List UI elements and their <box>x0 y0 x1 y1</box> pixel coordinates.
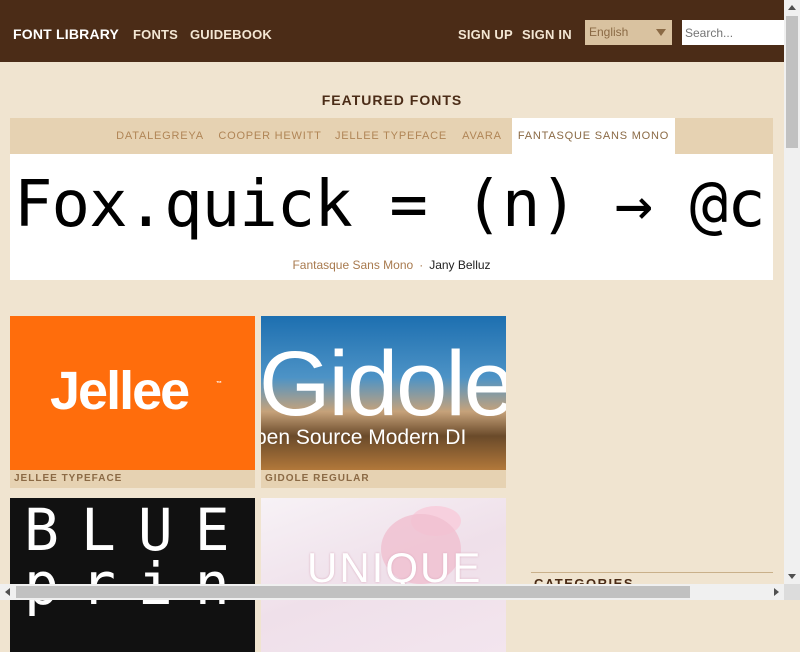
tab-cooper-hewitt[interactable]: COOPER HEWITT <box>212 118 328 154</box>
trademark-mark: ™ <box>216 381 222 387</box>
font-specimen-panel[interactable]: Fox.quick = (n) → @c Fantasque Sans Mono… <box>10 154 773 280</box>
gidole-preview-text: Gidole <box>261 333 506 435</box>
top-navigation-bar: FONT LIBRARY FONTS GUIDEBOOK SIGN UP SIG… <box>0 0 784 62</box>
font-card-label[interactable]: GIDOLE REGULAR <box>261 470 506 488</box>
nav-guidebook-link[interactable]: GUIDEBOOK <box>190 27 272 42</box>
nav-fonts-link[interactable]: FONTS <box>133 27 178 42</box>
vertical-scrollbar[interactable] <box>784 0 800 584</box>
tab-datalegreya[interactable]: DATALEGREYA <box>110 118 210 154</box>
font-card-image[interactable]: Gidole pen Source Modern DI <box>261 316 506 470</box>
gidole-preview-subtext: pen Source Modern DI <box>261 426 467 449</box>
site-logo-link[interactable]: FONT LIBRARY <box>13 26 119 42</box>
credit-separator: · <box>419 258 424 272</box>
scrollbar-corner <box>784 584 800 600</box>
sign-in-link[interactable]: SIGN IN <box>522 27 572 42</box>
search-input[interactable] <box>682 20 784 45</box>
chevron-down-icon <box>656 29 666 36</box>
font-card-image[interactable]: BLUE print <box>10 498 255 652</box>
featured-font-tabs: DATALEGREYA COOPER HEWITT JELLEE TYPEFAC… <box>10 118 773 154</box>
sign-up-link[interactable]: SIGN UP <box>458 27 513 42</box>
tab-jellee-typeface[interactable]: JELLEE TYPEFACE <box>330 118 452 154</box>
font-card-image[interactable]: UNIQUE <box>261 498 506 652</box>
specimen-credit: Fantasque Sans Mono · Jany Belluz <box>10 258 773 272</box>
featured-fonts-heading: FEATURED FONTS <box>321 92 463 108</box>
horizontal-scrollbar[interactable] <box>0 584 784 600</box>
specimen-sample-text: Fox.quick = (n) → @c <box>14 168 766 242</box>
horizontal-scroll-thumb[interactable] <box>16 586 690 598</box>
sidebar-divider <box>531 572 773 573</box>
language-select-value: English <box>589 25 629 39</box>
vertical-scroll-thumb[interactable] <box>786 16 798 148</box>
font-card-image[interactable]: Jellee ™ <box>10 316 255 470</box>
scroll-up-icon[interactable] <box>788 5 796 10</box>
scroll-right-icon[interactable] <box>774 588 779 596</box>
language-select[interactable]: English <box>585 20 672 45</box>
scroll-left-icon[interactable] <box>5 588 10 596</box>
jellee-logo-text: Jellee <box>50 361 190 421</box>
specimen-author-link[interactable]: Jany Belluz <box>429 258 490 272</box>
specimen-font-name-link[interactable]: Fantasque Sans Mono <box>292 258 413 272</box>
font-card-label[interactable]: JELLEE TYPEFACE <box>10 470 255 488</box>
tab-avara[interactable]: AVARA <box>454 118 510 154</box>
tab-fantasque-sans-mono[interactable]: FANTASQUE SANS MONO <box>512 118 675 154</box>
scroll-down-icon[interactable] <box>788 574 796 579</box>
